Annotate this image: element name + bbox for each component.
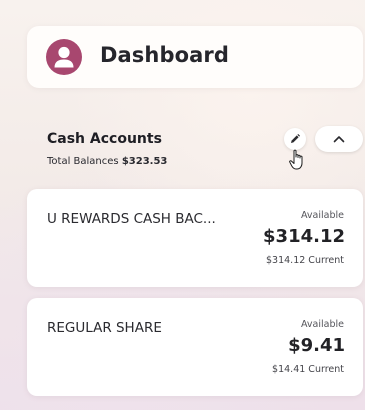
dashboard-header: Dashboard — [27, 26, 363, 88]
available-label: Available — [300, 210, 344, 221]
chevron-up-icon — [333, 136, 345, 143]
total-balances: Total Balances $323.53 — [47, 156, 167, 167]
account-name: U REWARDS CASH BAC... — [47, 211, 216, 227]
available-label: Available — [300, 319, 344, 330]
user-icon[interactable] — [46, 39, 82, 75]
collapse-button[interactable] — [315, 126, 363, 152]
current-balance: $14.41 Current — [272, 364, 344, 375]
total-balances-value: $323.53 — [121, 156, 168, 167]
edit-button[interactable] — [284, 128, 306, 150]
account-card[interactable]: U REWARDS CASH BAC... Available $314.12 … — [27, 189, 363, 287]
available-balance: $9.41 — [288, 335, 345, 356]
current-balance: $314.12 Current — [266, 255, 344, 266]
section-title: Cash Accounts — [47, 131, 162, 147]
account-name: REGULAR SHARE — [47, 320, 162, 336]
account-card[interactable]: REGULAR SHARE Available $9.41 $14.41 Cur… — [27, 298, 363, 396]
pencil-icon — [291, 134, 300, 143]
total-balances-label: Total Balances — [47, 156, 119, 167]
page-title: Dashboard — [100, 43, 229, 67]
available-balance: $314.12 — [263, 226, 345, 247]
hand-cursor-icon — [289, 149, 303, 170]
